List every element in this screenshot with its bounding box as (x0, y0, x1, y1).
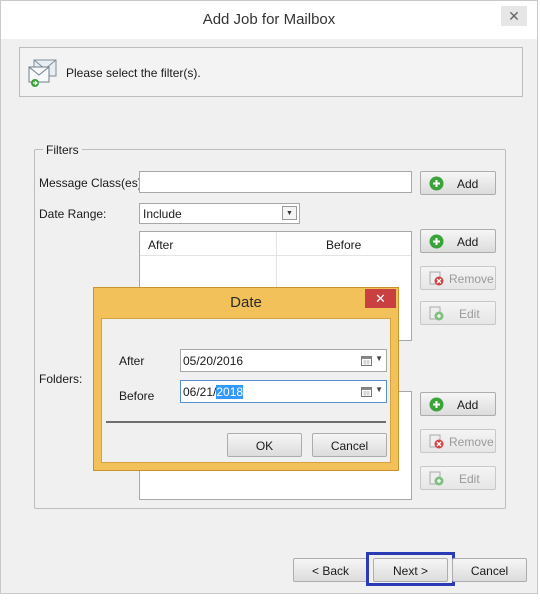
next-label: Next > (392, 564, 428, 578)
add-icon (429, 397, 444, 412)
before-label: Before (119, 389, 155, 403)
folders-remove-button[interactable]: Remove (420, 429, 496, 453)
calendar-icon (361, 356, 372, 366)
dialog-cancel-button[interactable]: Cancel (312, 433, 387, 457)
instruction-text: Please select the filter(s). (66, 66, 201, 80)
back-button[interactable]: < Back (293, 558, 368, 582)
date-edit-button[interactable]: Edit (420, 301, 496, 325)
after-date-value: 05/20/2016 (183, 354, 244, 368)
dialog-cancel-label: Cancel (330, 439, 369, 453)
folders-label: Folders: (39, 372, 83, 386)
after-date-picker[interactable]: 05/20/2016 ▼ (180, 349, 387, 372)
column-before[interactable]: Before (326, 238, 361, 252)
edit-label: Edit (459, 472, 480, 486)
date-dialog: Date ✕ After 05/20/2016 ▼ Before 06/21/2… (93, 287, 399, 471)
add-label: Add (457, 398, 479, 412)
cancel-label: Cancel (470, 564, 509, 578)
add-label: Add (457, 235, 479, 249)
edit-icon (429, 306, 444, 321)
cancel-button[interactable]: Cancel (452, 558, 527, 582)
filters-legend: Filters (43, 143, 82, 157)
folders-edit-button[interactable]: Edit (420, 466, 496, 490)
date-dialog-title: Date (230, 294, 262, 311)
title-bar: Add Job for Mailbox ✕ (1, 1, 537, 39)
remove-icon (429, 271, 444, 286)
add-icon (429, 176, 444, 191)
column-after[interactable]: After (148, 238, 173, 252)
back-label: < Back (311, 564, 350, 578)
before-date-prefix: 06/21/ (183, 385, 217, 399)
message-class-input[interactable] (139, 171, 412, 193)
message-class-add-button[interactable]: Add (420, 171, 496, 195)
before-date-picker[interactable]: 06/21/2018 ▼ (180, 380, 387, 403)
chevron-down-icon[interactable]: ▼ (375, 354, 383, 363)
dialog-separator (106, 421, 386, 423)
add-label: Add (457, 177, 479, 191)
bottom-strip (0, 594, 540, 600)
chevron-down-icon[interactable]: ▼ (375, 385, 383, 394)
after-label: After (119, 354, 145, 368)
close-icon[interactable]: ✕ (365, 289, 396, 308)
folders-add-button[interactable]: Add (420, 392, 496, 416)
next-button[interactable]: Next > (373, 558, 448, 582)
before-date-selected-year: 2018 (216, 385, 244, 399)
edit-label: Edit (459, 307, 480, 321)
date-remove-button[interactable]: Remove (420, 266, 496, 290)
message-class-label: Message Class(es): (39, 176, 146, 190)
ok-label: OK (255, 439, 274, 453)
close-icon[interactable]: ✕ (501, 6, 527, 26)
add-icon (429, 234, 444, 249)
date-range-label: Date Range: (39, 207, 107, 221)
remove-icon (429, 434, 444, 449)
edit-icon (429, 471, 444, 486)
window-title: Add Job for Mailbox (202, 11, 336, 28)
instruction-panel: Please select the filter(s). (19, 47, 523, 97)
date-range-value: Include (143, 207, 182, 221)
chevron-down-icon: ▼ (282, 206, 297, 220)
remove-label: Remove (449, 435, 494, 449)
calendar-icon (361, 387, 372, 397)
date-dialog-body: After 05/20/2016 ▼ Before 06/21/2018 ▼ O… (101, 318, 391, 463)
date-add-button[interactable]: Add (420, 229, 496, 253)
remove-label: Remove (449, 272, 494, 286)
ok-button[interactable]: OK (227, 433, 302, 457)
date-range-select[interactable]: Include ▼ (139, 203, 300, 224)
mailbox-icon (28, 59, 57, 87)
